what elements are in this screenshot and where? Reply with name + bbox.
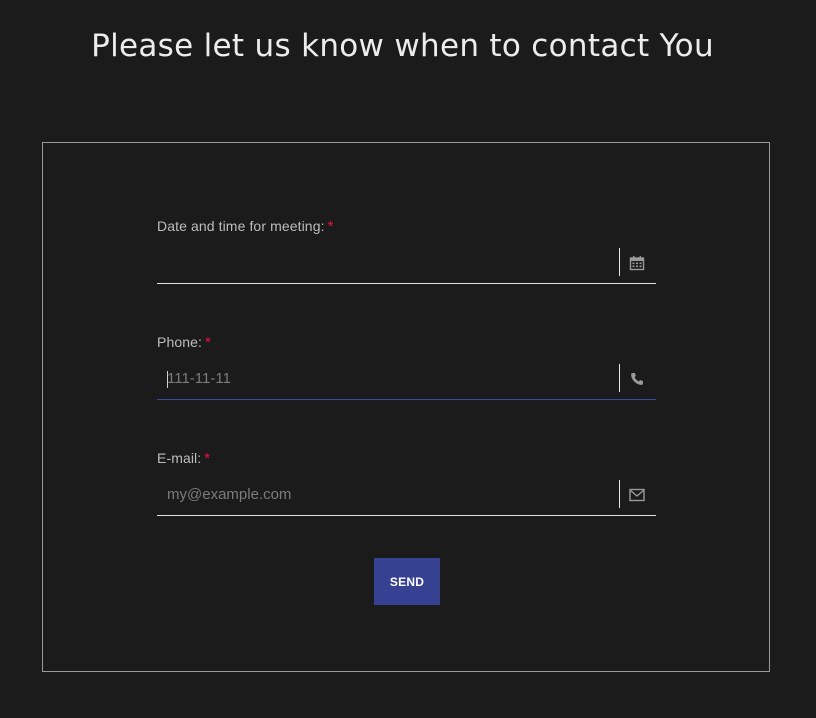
text-caret [167, 371, 168, 388]
calendar-icon[interactable] [628, 254, 646, 272]
required-marker: * [204, 450, 211, 467]
meeting-datetime-input-row [157, 243, 656, 284]
phone-field: Phone: * [157, 333, 656, 400]
input-divider [619, 364, 620, 392]
email-label: E-mail: * [157, 449, 656, 467]
phone-icon[interactable] [628, 370, 646, 388]
input-divider [619, 480, 620, 508]
required-marker: * [327, 218, 334, 235]
meeting-datetime-input[interactable] [157, 243, 617, 282]
phone-input[interactable] [157, 359, 617, 398]
phone-label: Phone: * [157, 333, 656, 351]
email-field: E-mail: * [157, 449, 656, 516]
phone-input-row [157, 359, 656, 400]
page-title: Please let us know when to contact You [91, 28, 714, 64]
required-marker: * [204, 334, 211, 351]
email-input[interactable] [157, 475, 617, 514]
meeting-datetime-label-text: Date and time for meeting: [157, 218, 325, 234]
contact-form: Date and time for meeting: * Phone: * 11… [42, 142, 770, 672]
phone-label-text: Phone: [157, 334, 202, 350]
send-button[interactable]: SEND [374, 558, 440, 605]
meeting-datetime-field: Date and time for meeting: * [157, 217, 656, 284]
email-label-text: E-mail: [157, 450, 202, 466]
email-input-row [157, 475, 656, 516]
envelope-icon[interactable] [628, 486, 646, 504]
input-divider [619, 248, 620, 276]
meeting-datetime-label: Date and time for meeting: * [157, 217, 656, 235]
